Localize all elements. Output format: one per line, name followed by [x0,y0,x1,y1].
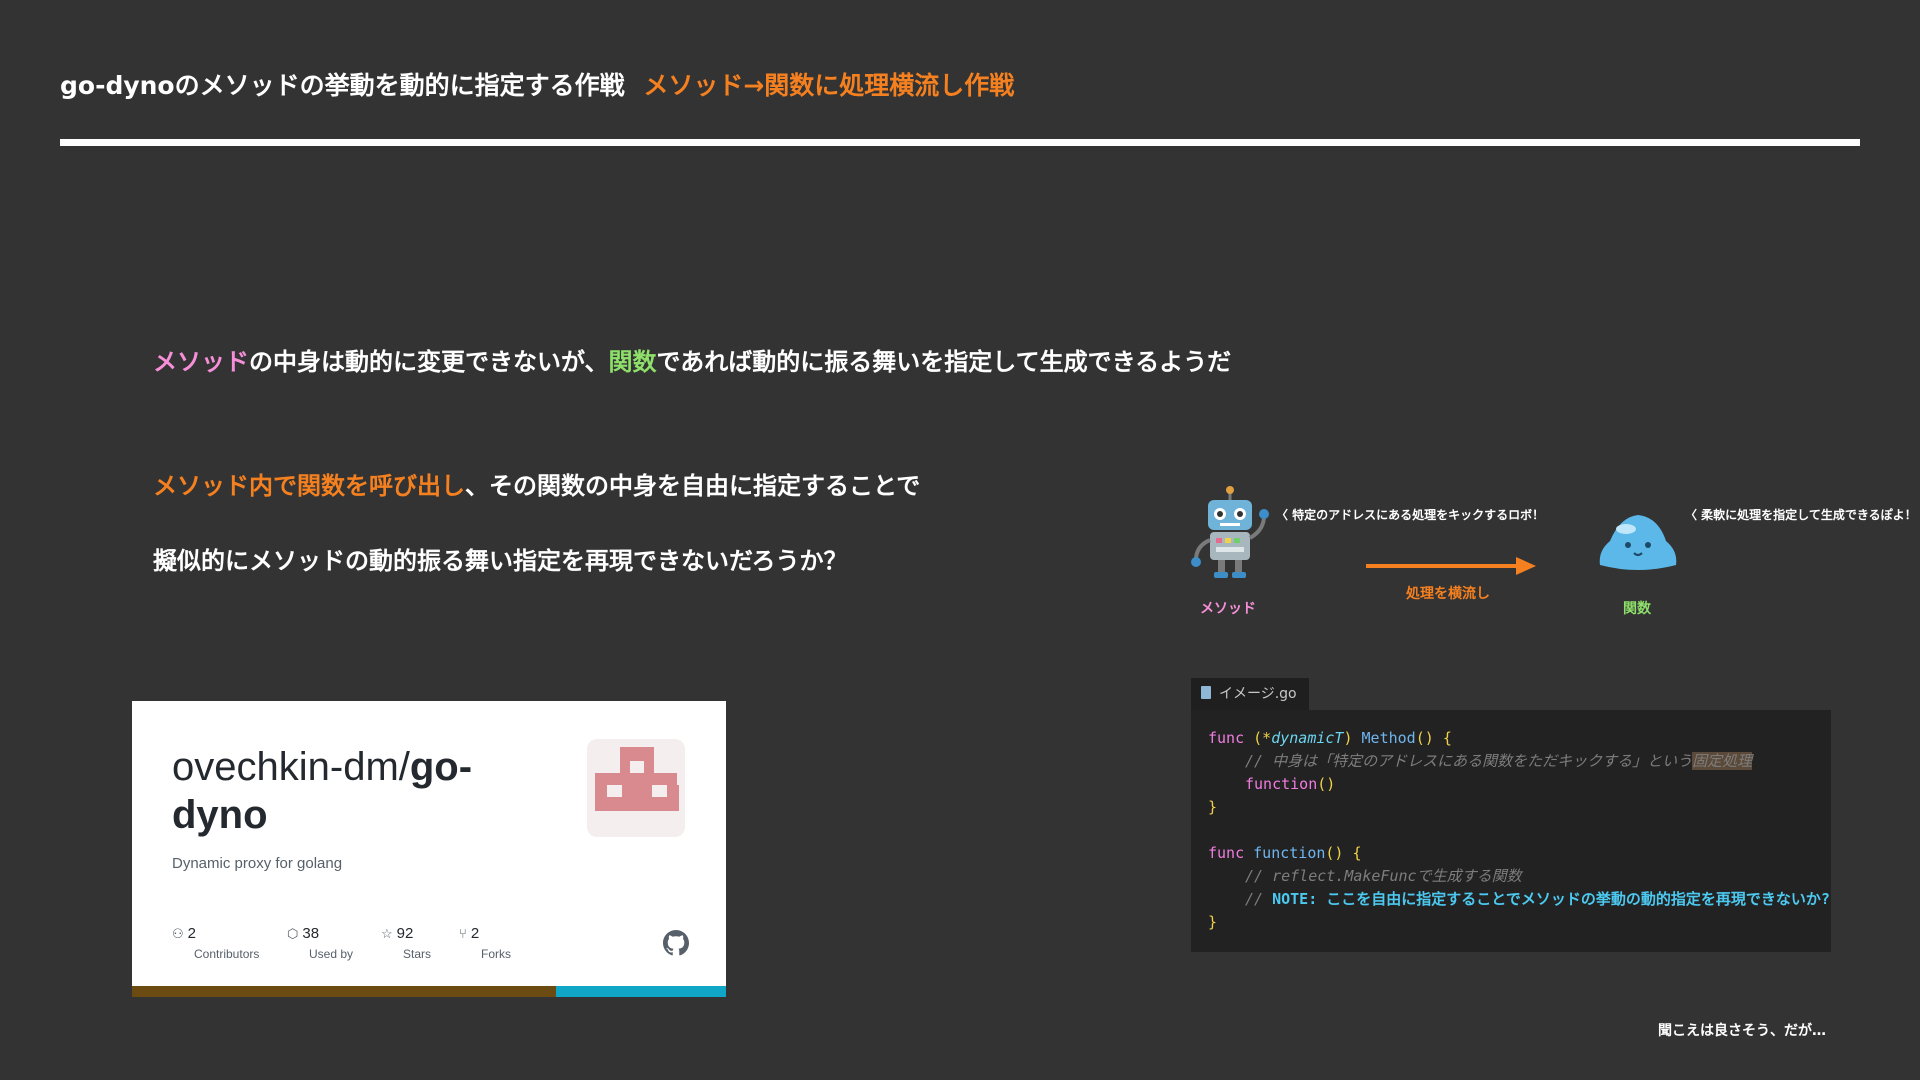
code-comment: // 中身は「特定のアドレスにある関数をただキックする」という [1245,752,1693,770]
stat-value: 38 [302,925,320,942]
method-caption: メソッド [1200,601,1256,617]
slime-speech: 〈 柔軟に処理を指定して生成できるぽよ！ [1685,508,1917,522]
punctuation: { [1442,729,1452,747]
stat-value: 2 [470,925,480,942]
robot-speech: 〈 特定のアドレスにある処理をキックするロボ！ [1276,508,1545,522]
robot-illustration [1191,486,1269,578]
code-editor[interactable]: func (*dynamicT) Method() { // 中身は「特定のアド… [1191,710,1831,952]
go-file-icon [1201,686,1211,699]
punctuation: } [1208,913,1218,931]
punctuation: () [1317,775,1336,793]
line1-mid: の中身は動的に変更できないが、 [249,348,609,376]
code-line: // NOTE: ここを自由に指定することでメソッドの挙動の動的指定を再現できな… [1245,888,1830,911]
editor-tab[interactable]: イメージ.go [1191,678,1309,710]
slide-title: go-dynoのメソッドの挙動を動的に指定する作戦 メソッド→関数に処理横流し作… [60,66,1014,102]
code-line: func (*dynamicT) Method() { [1208,727,1452,750]
code-line: // 中身は「特定のアドレスにある関数をただキックする」という固定処理 [1245,750,1753,773]
code-line: func function() { [1208,842,1362,865]
arrow-caption: 処理を横流し [1406,586,1490,602]
repo-full-name[interactable]: ovechkin-dm/go-dyno [172,743,532,839]
code-line: } [1208,911,1217,934]
line2-end: 、その関数の中身を自由に指定することで [465,472,921,500]
repo-owner: ovechkin-dm/ [172,745,410,789]
code-line: } [1208,796,1217,819]
punctuation: { [1352,844,1362,862]
punctuation: } [1208,798,1218,816]
code-line: // reflect.MakeFuncで生成する関数 [1245,865,1522,888]
keyword: func [1208,844,1245,862]
code-comment: // reflect.MakeFuncで生成する関数 [1245,867,1522,885]
function-call: function [1245,775,1318,793]
function-name: function [1253,844,1326,862]
stat-value: 92 [396,925,414,942]
owner-avatar [587,739,685,837]
punctuation: () [1415,729,1434,747]
github-icon[interactable] [663,930,689,956]
highlighted-text: 固定処理 [1692,752,1753,770]
slime-illustration [1599,515,1677,570]
title-main: go-dynoのメソッドの挙動を動的に指定する作戦 [60,71,625,100]
body-line-3: 擬似的にメソッドの動的振る舞い指定を再現できないだろうか？ [153,547,848,575]
punctuation: (* [1253,729,1272,747]
method-term: メソッド [153,348,249,376]
repo-description: Dynamic proxy for golang [172,855,343,872]
stat-used-by: ⬡ 38 Used by [287,925,353,961]
footer-note: 聞こえは良さそう、だが… [1658,1023,1826,1039]
repo-card[interactable]: ovechkin-dm/go-dyno Dynamic proxy for go… [132,701,726,997]
package-icon: ⬡ [287,926,299,941]
stat-value: 2 [187,925,196,942]
language-bar-other [556,986,726,997]
fork-icon: ⑂ [459,926,467,941]
star-icon: ☆ [381,926,393,941]
keyword: func [1208,729,1245,747]
people-icon: ⚇ [172,926,184,941]
title-accent: メソッド→関数に処理横流し作戦 [643,71,1015,100]
line2-accent: メソッド内で関数を呼び出し [153,472,465,500]
stat-stars: ☆ 92 Stars [381,925,431,961]
body-line-1: メソッドの中身は動的に変更できないが、関数であれば動的に振る舞いを指定して生成で… [153,342,1231,377]
editor-tab-label: イメージ.go [1219,686,1297,702]
stat-contributors: ⚇ 2 Contributors [172,925,259,961]
type-name: dynamicT [1271,729,1344,747]
function-term: 関数 [608,348,657,376]
punctuation: () [1325,844,1344,862]
code-line: function() [1245,773,1335,796]
method-name: Method [1361,729,1416,747]
stat-label: Stars [403,947,432,961]
stat-label: Forks [481,947,511,961]
function-caption: 関数 [1623,601,1651,617]
note-comment: NOTE: ここを自由に指定することでメソッドの挙動の動的指定を再現できないか? [1272,890,1830,908]
body-line-2: メソッド内で関数を呼び出し、その関数の中身を自由に指定することで [153,466,920,501]
title-divider [60,139,1860,146]
code-comment: // [1245,890,1264,908]
arrow-right-icon [1366,557,1536,575]
line1-end: であれば動的に振る舞いを指定して生成できるようだ [656,348,1232,376]
stat-label: Contributors [194,947,260,961]
stat-label: Used by [309,947,354,961]
punctuation: ) [1343,729,1353,747]
stat-forks: ⑂ 2 Forks [459,925,511,961]
language-bar-go [132,986,556,997]
